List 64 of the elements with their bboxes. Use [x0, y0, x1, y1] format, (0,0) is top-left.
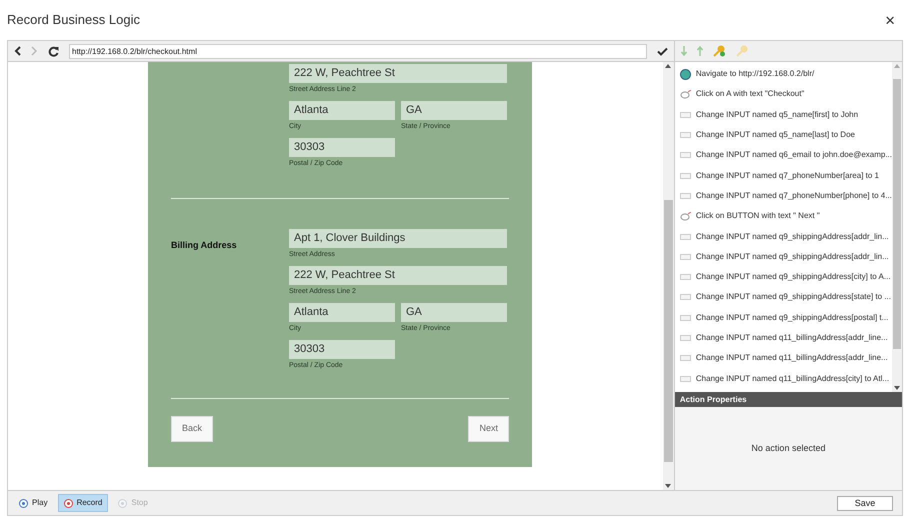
scroll-down-icon[interactable] [665, 484, 672, 488]
stop-icon [118, 498, 128, 508]
input-field[interactable]: 222 W, Peachtree St [289, 64, 507, 83]
input-box-icon [680, 355, 691, 362]
input-box-icon [680, 132, 691, 138]
input-box-icon [680, 376, 691, 382]
action-item[interactable]: Change INPUT named q9_shippingAddress[postal] t... [696, 312, 888, 324]
action-item[interactable]: Change INPUT named q11_billingAddress[city] to Atl... [696, 372, 890, 385]
scrollbar[interactable] [662, 62, 674, 490]
action-item[interactable]: Change INPUT named q6_email to john.doe@examp... [696, 149, 892, 162]
save-button[interactable]: Save [837, 496, 893, 510]
input-field[interactable]: Atlanta [289, 303, 395, 322]
action-item[interactable]: Change INPUT named q11_billingAddress[addr_line... [696, 352, 888, 364]
action-item[interactable]: Click on A with text "Checkout" [696, 88, 804, 100]
scrollbar[interactable] [892, 62, 902, 392]
input-box-icon [680, 314, 691, 321]
action-item[interactable]: Change INPUT named q7_phoneNumber[area] to 1 [696, 170, 879, 182]
action-item[interactable]: Navigate to http://192.168.0.2/blr/ [696, 68, 814, 80]
input-box-icon [680, 172, 691, 179]
forward-icon[interactable] [31, 46, 38, 56]
input-field[interactable]: Apt 1, Clover Buildings [289, 229, 507, 248]
action-item[interactable]: Change INPUT named q9_shippingAddress[addr_lin... [696, 230, 889, 243]
input-field[interactable]: Atlanta [289, 101, 395, 120]
input-box-icon [680, 192, 691, 199]
record-icon [64, 498, 73, 508]
scroll-up-icon[interactable] [665, 64, 672, 68]
play-icon [19, 498, 28, 508]
back-button[interactable]: Back [171, 416, 214, 442]
input-field[interactable]: 222 W, Peachtree St [289, 266, 507, 285]
input-box-icon [680, 274, 691, 280]
close-button[interactable]: × [877, 12, 903, 28]
input-field[interactable]: 30303 [289, 340, 395, 359]
reload-icon[interactable] [48, 46, 59, 56]
input-box-icon [680, 335, 691, 341]
up-arrow-icon[interactable] [696, 46, 703, 56]
action-item[interactable]: Change INPUT named q5_name[last] to Doe [696, 129, 855, 142]
action-item[interactable]: Click on BUTTON with text " Next " [696, 210, 820, 222]
play-button[interactable]: Play [13, 494, 54, 512]
window-title: Record Business Logic [7, 11, 140, 30]
input-field[interactable]: GA [401, 303, 507, 322]
action-item[interactable]: Change INPUT named q9_shippingAddress[state] to ... [696, 291, 891, 304]
checkmark-icon[interactable] [656, 46, 668, 56]
action-item[interactable]: Change INPUT named q11_billingAddress[addr_line... [696, 332, 888, 344]
down-arrow-icon[interactable] [680, 46, 687, 56]
input-box-icon [680, 152, 691, 158]
record-button[interactable]: Record [58, 494, 108, 512]
action-item[interactable]: Change INPUT named q9_shippingAddress[city] to A... [696, 271, 891, 284]
action-item[interactable]: Change INPUT named q7_phoneNumber[phone] to 4... [696, 190, 892, 202]
empty-message: No action selected [751, 442, 826, 455]
input-box-icon [680, 112, 691, 118]
key-add-icon[interactable] [712, 45, 726, 57]
action-item[interactable]: Change INPUT named q5_name[first] to John [696, 108, 858, 121]
url-field[interactable]: http://192.168.0.2/blr/checkout.html [69, 44, 647, 58]
back-icon[interactable] [14, 46, 21, 56]
action-item[interactable]: Change INPUT named q9_shippingAddress[addr_lin... [696, 250, 889, 263]
input-field[interactable]: 30303 [289, 138, 395, 157]
section-label: Billing Address [171, 240, 237, 250]
panel-header: Action Properties [674, 392, 902, 407]
input-field[interactable]: GA [401, 101, 507, 120]
input-box-icon [680, 254, 691, 260]
input-box-icon [680, 294, 691, 300]
scroll-down-icon[interactable] [894, 386, 900, 390]
input-box-icon [680, 234, 691, 240]
next-button[interactable]: Next [468, 416, 509, 442]
